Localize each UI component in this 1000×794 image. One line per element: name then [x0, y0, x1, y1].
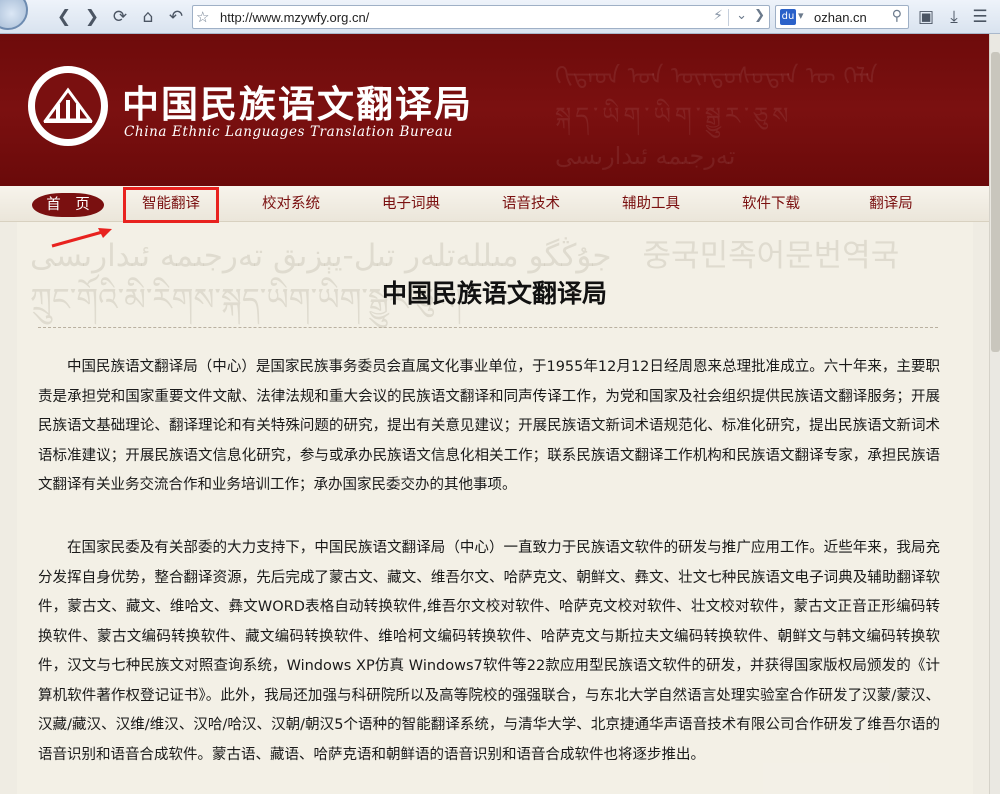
- url-text[interactable]: http://www.mzywfy.org.cn/: [220, 10, 369, 25]
- download-icon[interactable]: ⤓: [942, 5, 966, 29]
- search-input[interactable]: ozhan.cn: [814, 10, 867, 25]
- header-texture: ᠬᠢᠲᠠᠳ ᠤᠨ ᠦᠨᠳᠦᠰᠦᠲᠡᠨ ᠦ ᠬᠡᠯᠡ སྐད་ཡིག་ཡིག་སྒྱ…: [555, 62, 878, 170]
- nav-home[interactable]: 首 页: [32, 193, 104, 217]
- scrollbar-thumb[interactable]: [991, 52, 1000, 352]
- home-icon[interactable]: ⌂: [136, 5, 160, 29]
- nav-item-speech[interactable]: 语音技术: [483, 186, 579, 222]
- undo-icon[interactable]: ↶: [164, 5, 188, 29]
- site-header: ᠬᠢᠲᠠᠳ ᠤᠨ ᠦᠨᠳᠦᠰᠦᠲᠡᠨ ᠦ ᠬᠡᠯᠡ སྐད་ཡིག་ཡིག་སྒྱ…: [0, 34, 989, 186]
- bookmark-star-icon[interactable]: ☆: [196, 8, 209, 26]
- address-bar[interactable]: ☆ http://www.mzywfy.org.cn/ ⚡ ⌄ ❯: [192, 5, 770, 29]
- site-logo[interactable]: [28, 66, 108, 146]
- site-name-cn[interactable]: 中国民族语文翻译局: [122, 74, 473, 128]
- nav-item-proofreading[interactable]: 校对系统: [243, 186, 339, 222]
- site-name-en[interactable]: China Ethnic Languages Translation Burea…: [124, 124, 453, 140]
- search-box[interactable]: du ▾ ozhan.cn ⚲: [775, 5, 909, 29]
- forward-icon[interactable]: ❯: [80, 5, 104, 29]
- chevron-down-icon[interactable]: ⌄: [736, 8, 747, 23]
- paragraph-software: 在国家民委及有关部委的大力支持下，中国民族语文翻译局（中心）一直致力于民族语文软…: [38, 540, 940, 763]
- menu-icon[interactable]: ☰: [968, 5, 992, 29]
- lightning-icon[interactable]: ⚡: [713, 8, 723, 24]
- go-arrow-icon[interactable]: ❯: [754, 8, 765, 23]
- logo-icon: [35, 73, 101, 139]
- watermark-line-1: جۇڭگو مىللەتلەر تىل-يېزىق تەرجىمە ئىدارى…: [30, 238, 900, 274]
- nav-item-downloads[interactable]: 软件下载: [723, 186, 819, 222]
- nav-item-dictionary[interactable]: 电子词典: [363, 186, 459, 222]
- back-icon[interactable]: ❮: [52, 5, 76, 29]
- web-page: ᠬᠢᠲᠠᠳ ᠤᠨ ᠦᠨᠳᠦᠰᠦᠲᠡᠨ ᠦ ᠬᠡᠯᠡ སྐད་ཡིག་ཡིག་སྒྱ…: [0, 34, 989, 794]
- nav-item-bureau[interactable]: 翻译局: [843, 186, 939, 222]
- search-engine-icon[interactable]: du: [780, 9, 796, 25]
- annotation-arrow-icon: [51, 228, 112, 248]
- bookmarks-icon[interactable]: ▣: [914, 5, 938, 29]
- page-title: 中国民族语文翻译局: [381, 279, 607, 308]
- paragraph-intro: 中国民族语文翻译局（中心）是国家民族事务委员会直属文化事业单位，于1955年12…: [38, 359, 940, 493]
- browser-logo-icon[interactable]: [0, 0, 28, 30]
- search-icon[interactable]: ⚲: [892, 8, 902, 24]
- refresh-icon[interactable]: ⟳: [108, 5, 132, 29]
- browser-toolbar: ❮ ❯ ⟳ ⌂ ↶ ☆ http://www.mzywfy.org.cn/ ⚡ …: [0, 0, 1000, 34]
- nav-item-tools[interactable]: 辅助工具: [603, 186, 699, 222]
- vertical-scrollbar[interactable]: [989, 34, 1000, 794]
- engine-dropdown-icon[interactable]: ▾: [798, 9, 804, 22]
- highlight-box: [123, 187, 219, 223]
- title-divider: [38, 327, 938, 328]
- address-separator: [728, 9, 729, 26]
